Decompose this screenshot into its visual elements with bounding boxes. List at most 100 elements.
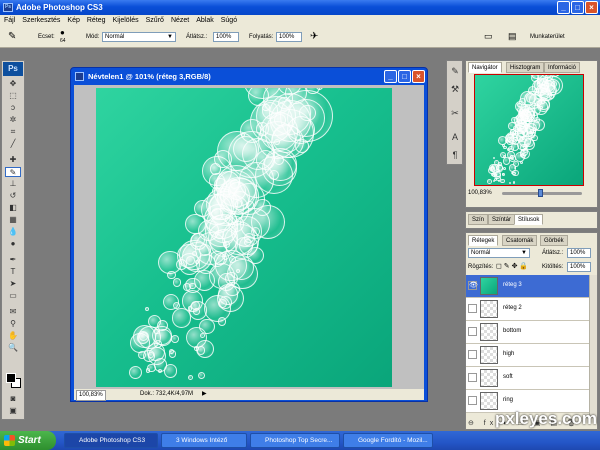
marquee-tool-icon[interactable]: ⬚ [5,91,21,101]
fill-input[interactable]: 100% [567,262,591,272]
photoshop-logo[interactable]: Ps [3,62,23,76]
healing-brush-icon[interactable]: ✚ [5,155,21,165]
navigator-thumbnail[interactable] [474,74,584,186]
hand-tool-icon[interactable]: ✋ [5,331,21,341]
tab-channels[interactable]: Csatornák [502,235,538,246]
menu-edit[interactable]: Szerkesztés [22,15,60,26]
flow-input[interactable]: 100% [276,32,302,42]
move-tool-icon[interactable]: ✥ [5,79,21,89]
visibility-toggle[interactable] [468,327,477,336]
airbrush-icon[interactable]: ✈ [310,31,318,42]
maximize-button[interactable]: □ [571,1,584,14]
layer-opacity-input[interactable]: 100% [567,248,591,258]
tab-styles[interactable]: Stílusok [514,214,544,225]
menu-view[interactable]: Nézet [171,15,189,26]
brush-preset-icon[interactable]: ● [60,28,65,37]
bubble [494,178,498,182]
task-firefox-photoshop[interactable]: Photoshop Top Secre... [250,433,340,448]
notes-tool-icon[interactable]: ✉ [5,307,21,317]
zoom-input[interactable]: 100,83% [76,390,106,401]
character-panel-icon[interactable]: A [449,131,461,143]
eyedropper-tool-icon[interactable]: ⚲ [5,319,21,329]
workspace-icon[interactable]: ▤ [508,31,517,42]
task-firefox-google[interactable]: Google Fordító - Mozil... [343,433,433,448]
tab-navigator[interactable]: Navigátor [468,62,502,73]
dodge-tool-icon[interactable]: ● [5,239,21,249]
mode-select[interactable]: Normál ▼ [102,32,176,42]
menu-file[interactable]: Fájl [4,15,15,26]
eye-icon[interactable]: 👁 [468,281,478,290]
visibility-toggle[interactable] [468,373,477,382]
menu-layer[interactable]: Réteg [87,15,106,26]
layer-row-reteg-3[interactable]: 👁 réteg 3 [466,275,589,298]
crop-tool-icon[interactable]: ⌗ [5,127,21,137]
tab-layers[interactable]: Rétegek [468,235,499,246]
path-selection-icon[interactable]: ➤ [5,279,21,289]
gradient-tool-icon[interactable]: ▦ [5,215,21,225]
eraser-tool-icon[interactable]: ◧ [5,203,21,213]
magic-wand-tool-icon[interactable]: ✲ [5,115,21,125]
screen-mode-icon[interactable]: ▣ [5,406,21,416]
layer-row-reteg-2[interactable]: réteg 2 [466,298,589,321]
doc-maximize-button[interactable]: □ [398,70,411,83]
brush-tool-icon[interactable]: ✎ [5,167,21,177]
bubble [516,125,528,137]
doc-close-button[interactable]: × [412,70,425,83]
app-title: Adobe Photoshop CS3 [16,3,103,12]
minimize-button[interactable]: _ [557,1,570,14]
foreground-color-swatch[interactable] [6,373,16,383]
slice-tool-icon[interactable]: ╱ [5,139,21,149]
doc-minimize-button[interactable]: _ [384,70,397,83]
menu-filter[interactable]: Szűrő [146,15,164,26]
task-explorer[interactable]: 3 Windows Intéző [161,433,247,448]
watermark: pxleyes.com [494,409,597,428]
zoom-slider-handle[interactable] [538,189,543,197]
layer-list-scrollbar[interactable] [589,275,597,418]
opacity-input[interactable]: 100% [213,32,239,42]
layer-row-soft[interactable]: soft [466,367,589,390]
workspace-button[interactable]: Munkaterület [530,33,565,41]
blend-mode-select[interactable]: Normál ▼ [468,248,530,258]
status-menu-arrow-icon[interactable]: ▶ [202,389,207,400]
menu-help[interactable]: Súgó [221,15,237,26]
paragraph-panel-icon[interactable]: ¶ [449,149,461,161]
menu-select[interactable]: Kijelölés [113,15,139,26]
tab-info[interactable]: Információ [544,62,581,73]
shape-tool-icon[interactable]: ▭ [5,291,21,301]
tool-presets-icon[interactable]: ⚒ [449,83,461,95]
zoom-tool-icon[interactable]: 🔍 [5,343,21,353]
blend-mode-value: Normál [471,250,491,256]
start-button[interactable]: Start [0,431,56,450]
visibility-toggle[interactable] [468,350,477,359]
palette-well-icon[interactable]: ▭ [484,31,493,42]
visibility-toggle[interactable] [468,304,477,313]
layer-comps-icon[interactable]: ✂ [449,107,461,119]
menu-image[interactable]: Kép [67,15,79,26]
tab-curves[interactable]: Görbék [540,235,568,246]
lasso-tool-icon[interactable]: ↄ [5,103,21,113]
menu-window[interactable]: Ablak [196,15,214,26]
layer-row-bottom[interactable]: bottom [466,321,589,344]
close-button[interactable]: × [585,1,598,14]
type-tool-icon[interactable]: T [5,267,21,277]
blur-tool-icon[interactable]: 💧 [5,227,21,237]
quick-mask-icon[interactable]: ◙ [5,394,21,404]
tab-swatches[interactable]: Színtár [488,214,516,225]
document-title-bar[interactable]: Névtelen1 @ 101% (réteg 3,RGB/8) _ □ × [71,68,427,85]
layer-row-high[interactable]: high [466,344,589,367]
image-canvas[interactable] [96,88,392,387]
clone-stamp-icon[interactable]: ⊥ [5,179,21,189]
tab-color[interactable]: Szín [468,214,489,225]
bubble [129,365,143,380]
brush-tool-icon[interactable]: ✎ [8,31,16,42]
pen-tool-icon[interactable]: ✒ [5,255,21,265]
flow-label: Folyatás: [249,34,274,40]
history-brush-icon[interactable]: ↺ [5,191,21,201]
navigator-zoom[interactable]: 100,83% [468,190,492,196]
visibility-toggle[interactable] [468,396,477,405]
lock-icons[interactable]: ◻ ✎ ✥ 🔒 [496,262,528,270]
tab-histogram[interactable]: Hisztogram [506,62,545,73]
task-photoshop[interactable]: Adobe Photoshop CS3 [64,433,158,448]
brushes-panel-icon[interactable]: ✎ [449,65,461,77]
app-title-bar: Ps Adobe Photoshop CS3 _ □ × [0,0,600,15]
